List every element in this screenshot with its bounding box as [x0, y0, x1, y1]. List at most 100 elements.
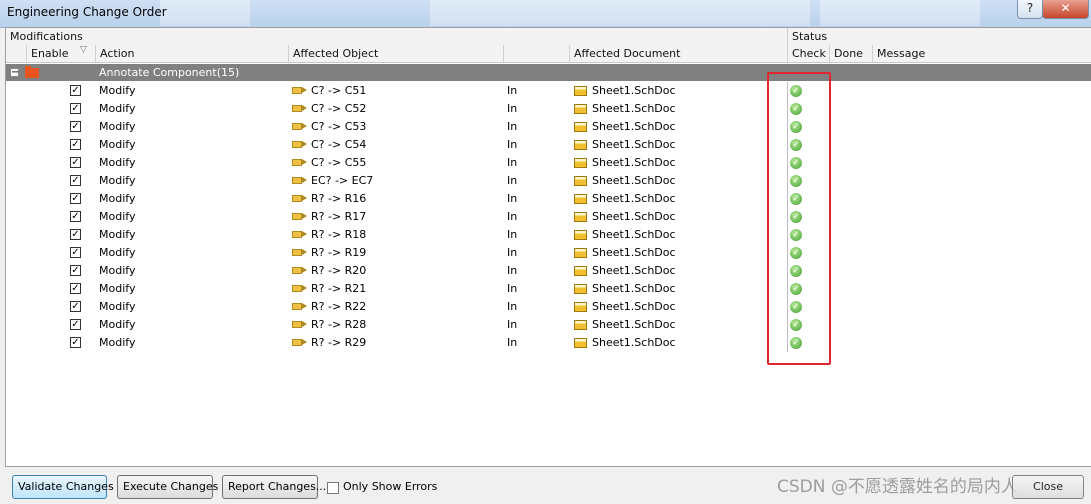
table-row[interactable]: ✓ Modify R? -> R28 In Sheet1.SchDoc ✓: [6, 316, 1091, 334]
component-arrow-icon: [292, 123, 307, 130]
column-affected-object[interactable]: Affected Object: [288, 45, 503, 62]
folder-icon: [25, 66, 39, 78]
direction-cell: In: [507, 138, 518, 151]
direction-cell: In: [507, 336, 518, 349]
component-arrow-icon: [292, 195, 307, 202]
enable-checkbox[interactable]: ✓: [70, 121, 81, 132]
affected-object-cell: R? -> R20: [311, 264, 367, 277]
table-row[interactable]: ✓ Modify C? -> C51 In Sheet1.SchDoc ✓: [6, 82, 1091, 100]
schdoc-icon: [574, 176, 587, 186]
schdoc-icon: [574, 212, 587, 222]
column-spacer: [6, 45, 26, 62]
action-cell: Modify: [99, 84, 136, 97]
action-cell: Modify: [99, 318, 136, 331]
action-cell: Modify: [99, 246, 136, 259]
table-row[interactable]: ✓ Modify R? -> R16 In Sheet1.SchDoc ✓: [6, 190, 1091, 208]
background-ghost: [430, 0, 810, 26]
table-row[interactable]: ✓ Modify R? -> R21 In Sheet1.SchDoc ✓: [6, 280, 1091, 298]
column-headers: Enable ▽ Action Affected Object Affected…: [6, 45, 1091, 63]
status-header: Status: [787, 28, 1091, 45]
action-cell: Modify: [99, 300, 136, 313]
enable-checkbox[interactable]: ✓: [70, 193, 81, 204]
schdoc-icon: [574, 302, 587, 312]
only-show-errors-checkbox[interactable]: [327, 482, 339, 494]
direction-cell: In: [507, 210, 518, 223]
enable-checkbox[interactable]: ✓: [70, 301, 81, 312]
action-cell: Modify: [99, 120, 136, 133]
validate-changes-button[interactable]: Validate Changes: [12, 475, 114, 499]
schdoc-icon: [574, 140, 587, 150]
enable-checkbox[interactable]: ✓: [70, 247, 81, 258]
watermark: CSDN @不愿透露姓名的局内人: [777, 477, 1018, 497]
affected-document-cell: Sheet1.SchDoc: [592, 210, 676, 223]
affected-document-cell: Sheet1.SchDoc: [592, 192, 676, 205]
window-close-button[interactable]: ✕: [1042, 0, 1089, 19]
table-row[interactable]: ✓ Modify C? -> C54 In Sheet1.SchDoc ✓: [6, 136, 1091, 154]
group-row[interactable]: − Annotate Component(15): [6, 64, 1091, 81]
affected-object-cell: C? -> C51: [311, 84, 367, 97]
collapse-icon[interactable]: −: [10, 68, 19, 78]
enable-checkbox[interactable]: ✓: [70, 103, 81, 114]
action-cell: Modify: [99, 228, 136, 241]
table-row[interactable]: ✓ Modify C? -> C55 In Sheet1.SchDoc ✓: [6, 154, 1091, 172]
execute-changes-button[interactable]: Execute Changes: [117, 475, 218, 499]
column-check[interactable]: Check: [787, 45, 829, 62]
enable-checkbox[interactable]: ✓: [70, 229, 81, 240]
enable-checkbox[interactable]: ✓: [70, 157, 81, 168]
table-row[interactable]: ✓ Modify C? -> C52 In Sheet1.SchDoc ✓: [6, 100, 1091, 118]
table-row[interactable]: ✓ Modify R? -> R22 In Sheet1.SchDoc ✓: [6, 298, 1091, 316]
affected-document-cell: Sheet1.SchDoc: [592, 102, 676, 115]
component-arrow-icon: [292, 285, 307, 292]
enable-checkbox[interactable]: ✓: [70, 175, 81, 186]
component-arrow-icon: [292, 339, 307, 346]
affected-object-cell: C? -> C55: [311, 156, 367, 169]
affected-object-cell: R? -> R21: [311, 282, 367, 295]
enable-checkbox[interactable]: ✓: [70, 265, 81, 276]
component-arrow-icon: [292, 159, 307, 166]
component-arrow-icon: [292, 249, 307, 256]
button-bar: Validate Changes Execute Changes Report …: [0, 466, 1091, 504]
table-row[interactable]: ✓ Modify C? -> C53 In Sheet1.SchDoc ✓: [6, 118, 1091, 136]
table-row[interactable]: ✓ Modify R? -> R17 In Sheet1.SchDoc ✓: [6, 208, 1091, 226]
enable-checkbox[interactable]: ✓: [70, 283, 81, 294]
direction-cell: In: [507, 120, 518, 133]
schdoc-icon: [574, 248, 587, 258]
component-arrow-icon: [292, 213, 307, 220]
table-row[interactable]: ✓ Modify R? -> R19 In Sheet1.SchDoc ✓: [6, 244, 1091, 262]
affected-document-cell: Sheet1.SchDoc: [592, 282, 676, 295]
close-button[interactable]: Close: [1012, 475, 1084, 499]
affected-document-cell: Sheet1.SchDoc: [592, 246, 676, 259]
sort-indicator-icon[interactable]: ▽: [80, 45, 87, 55]
column-direction[interactable]: [503, 45, 569, 62]
column-affected-document[interactable]: Affected Document: [569, 45, 787, 62]
enable-checkbox[interactable]: ✓: [70, 319, 81, 330]
column-action[interactable]: Action: [95, 45, 288, 62]
window-title: Engineering Change Order: [7, 5, 167, 19]
enable-checkbox[interactable]: ✓: [70, 337, 81, 348]
change-rows: ✓ Modify C? -> C51 In Sheet1.SchDoc ✓ ✓ Modify C…: [6, 82, 1091, 352]
schdoc-icon: [574, 320, 587, 330]
schdoc-icon: [574, 122, 587, 132]
header-band: Modifications Status: [6, 28, 1091, 46]
schdoc-icon: [574, 86, 587, 96]
enable-checkbox[interactable]: ✓: [70, 139, 81, 150]
background-ghost: [160, 0, 250, 26]
column-message[interactable]: Message: [872, 45, 1091, 62]
direction-cell: In: [507, 300, 518, 313]
title-bar: Engineering Change Order ? ✕: [0, 0, 1091, 28]
direction-cell: In: [507, 318, 518, 331]
direction-cell: In: [507, 246, 518, 259]
report-changes-button[interactable]: Report Changes...: [222, 475, 326, 499]
column-enable-label: Enable: [31, 47, 69, 60]
column-done[interactable]: Done: [829, 45, 872, 62]
affected-object-cell: EC? -> EC7: [311, 174, 374, 187]
enable-checkbox[interactable]: ✓: [70, 85, 81, 96]
table-row[interactable]: ✓ Modify R? -> R29 In Sheet1.SchDoc ✓: [6, 334, 1091, 352]
table-row[interactable]: ✓ Modify EC? -> EC7 In Sheet1.SchDoc ✓: [6, 172, 1091, 190]
enable-checkbox[interactable]: ✓: [70, 211, 81, 222]
component-arrow-icon: [292, 141, 307, 148]
table-row[interactable]: ✓ Modify R? -> R18 In Sheet1.SchDoc ✓: [6, 226, 1091, 244]
help-button[interactable]: ?: [1017, 0, 1043, 19]
affected-document-cell: Sheet1.SchDoc: [592, 174, 676, 187]
table-row[interactable]: ✓ Modify R? -> R20 In Sheet1.SchDoc ✓: [6, 262, 1091, 280]
